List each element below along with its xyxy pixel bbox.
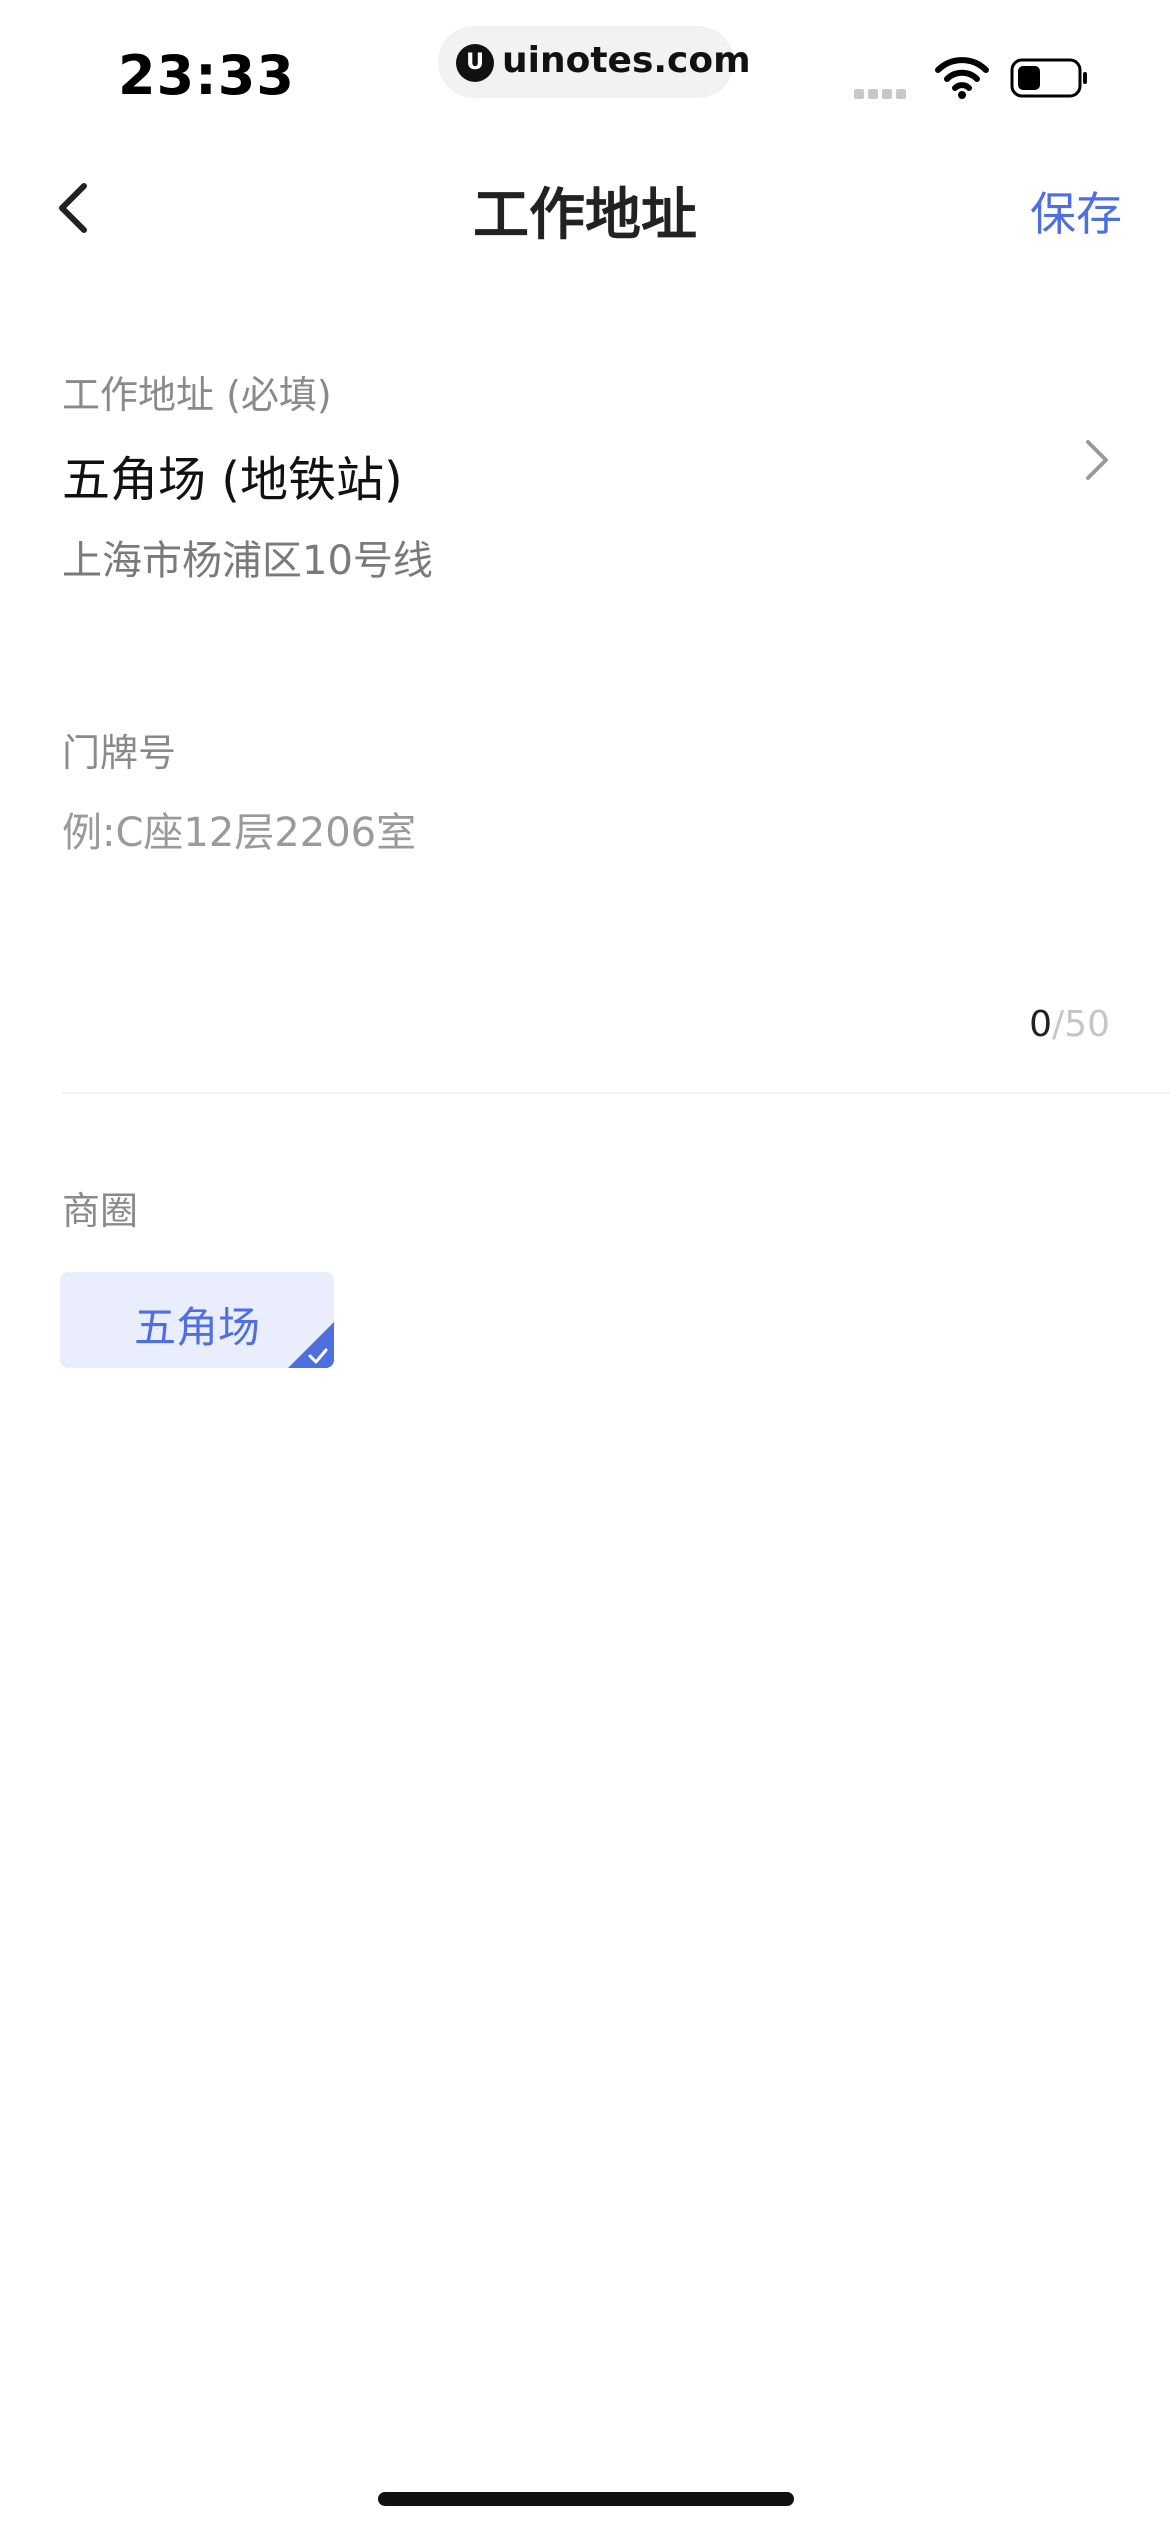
char-count-separator: /: [1052, 1004, 1065, 1045]
work-address-name: 五角场 (地铁站): [62, 452, 403, 508]
char-max: 50: [1064, 1004, 1110, 1045]
business-area-label: 商圈: [62, 1189, 139, 1233]
save-button[interactable]: 保存: [1030, 178, 1122, 244]
site-logo-icon: U: [456, 44, 494, 82]
door-number-label: 门牌号: [62, 731, 177, 775]
char-count: 0: [1029, 1004, 1053, 1045]
cellular-signal-icon: [854, 84, 910, 103]
url-pill[interactable]: U uinotes.com: [438, 26, 751, 98]
nav-bar: 工作地址 保存: [0, 140, 1170, 270]
divider: [62, 1092, 1170, 1094]
url-text: uinotes.com: [502, 40, 751, 81]
page-title: 工作地址: [473, 183, 697, 248]
business-area-chip-selected[interactable]: 五角场: [60, 1272, 334, 1368]
status-time: 23:33: [118, 44, 295, 107]
chevron-right-icon: [1086, 440, 1108, 480]
wifi-icon: [935, 57, 989, 99]
char-counter: 0/50: [1029, 1004, 1110, 1045]
status-bar: 23:33 U uinotes.com: [0, 0, 1170, 140]
door-number-input[interactable]: [62, 800, 1102, 1000]
work-address-detail: 上海市杨浦区10号线: [62, 538, 433, 584]
work-address-row[interactable]: 工作地址 (必填) 五角场 (地铁站) 上海市杨浦区10号线: [0, 350, 1170, 590]
battery-icon: [1010, 58, 1087, 98]
checkmark-corner-icon: [288, 1322, 334, 1368]
home-indicator: [378, 2492, 794, 2506]
work-address-label: 工作地址 (必填): [62, 373, 332, 417]
